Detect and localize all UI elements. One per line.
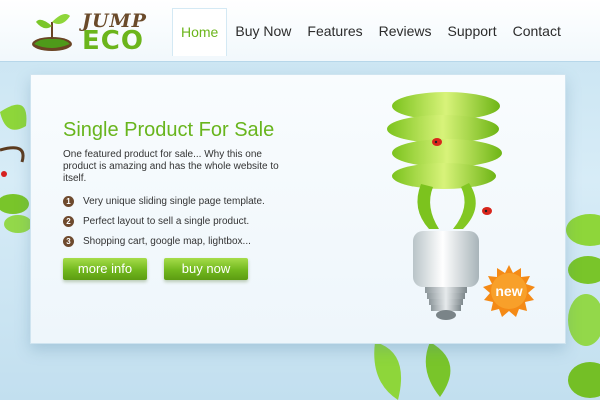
nav-item-contact[interactable]: Contact [505, 8, 569, 56]
nav-item-support[interactable]: Support [440, 8, 505, 56]
feature-number: 2 [63, 216, 74, 227]
nav-item-reviews[interactable]: Reviews [371, 8, 440, 56]
logo-text-bottom: ECO [82, 26, 144, 56]
nav-item-home[interactable]: Home [172, 8, 228, 56]
main-navigation: Home Buy Now Features Reviews Support Co… [172, 8, 569, 56]
buy-now-button[interactable]: buy now [164, 258, 248, 280]
feature-item: 1 Very unique sliding single page templa… [63, 192, 313, 211]
new-badge-label: new [495, 283, 523, 299]
hero-description: One featured product for sale... Why thi… [63, 149, 279, 184]
more-info-button[interactable]: more info [63, 258, 147, 280]
hero-card: Single Product For Sale One featured pro… [30, 74, 566, 344]
nav-item-features[interactable]: Features [299, 8, 370, 56]
nav-item-buy-now[interactable]: Buy Now [227, 8, 299, 56]
feature-text: Very unique sliding single page template… [83, 196, 265, 207]
feature-number: 3 [63, 236, 74, 247]
feature-number: 1 [63, 196, 74, 207]
right-leaves-decoration [566, 214, 600, 398]
sprout-icon [32, 14, 72, 51]
hero-title: Single Product For Sale [63, 119, 275, 141]
feature-text: Shopping cart, google map, lightbox... [83, 236, 251, 247]
feature-item: 3 Shopping cart, google map, lightbox... [63, 232, 313, 251]
feature-text: Perfect layout to sell a single product. [83, 216, 250, 227]
feature-list: 1 Very unique sliding single page templa… [63, 192, 313, 252]
header-bar: JUMP ECO Home Buy Now Features Reviews S… [0, 0, 600, 62]
bottom-leaves-decoration [374, 342, 451, 400]
site-logo[interactable]: JUMP ECO [30, 6, 150, 58]
feature-item: 2 Perfect layout to sell a single produc… [63, 212, 313, 231]
